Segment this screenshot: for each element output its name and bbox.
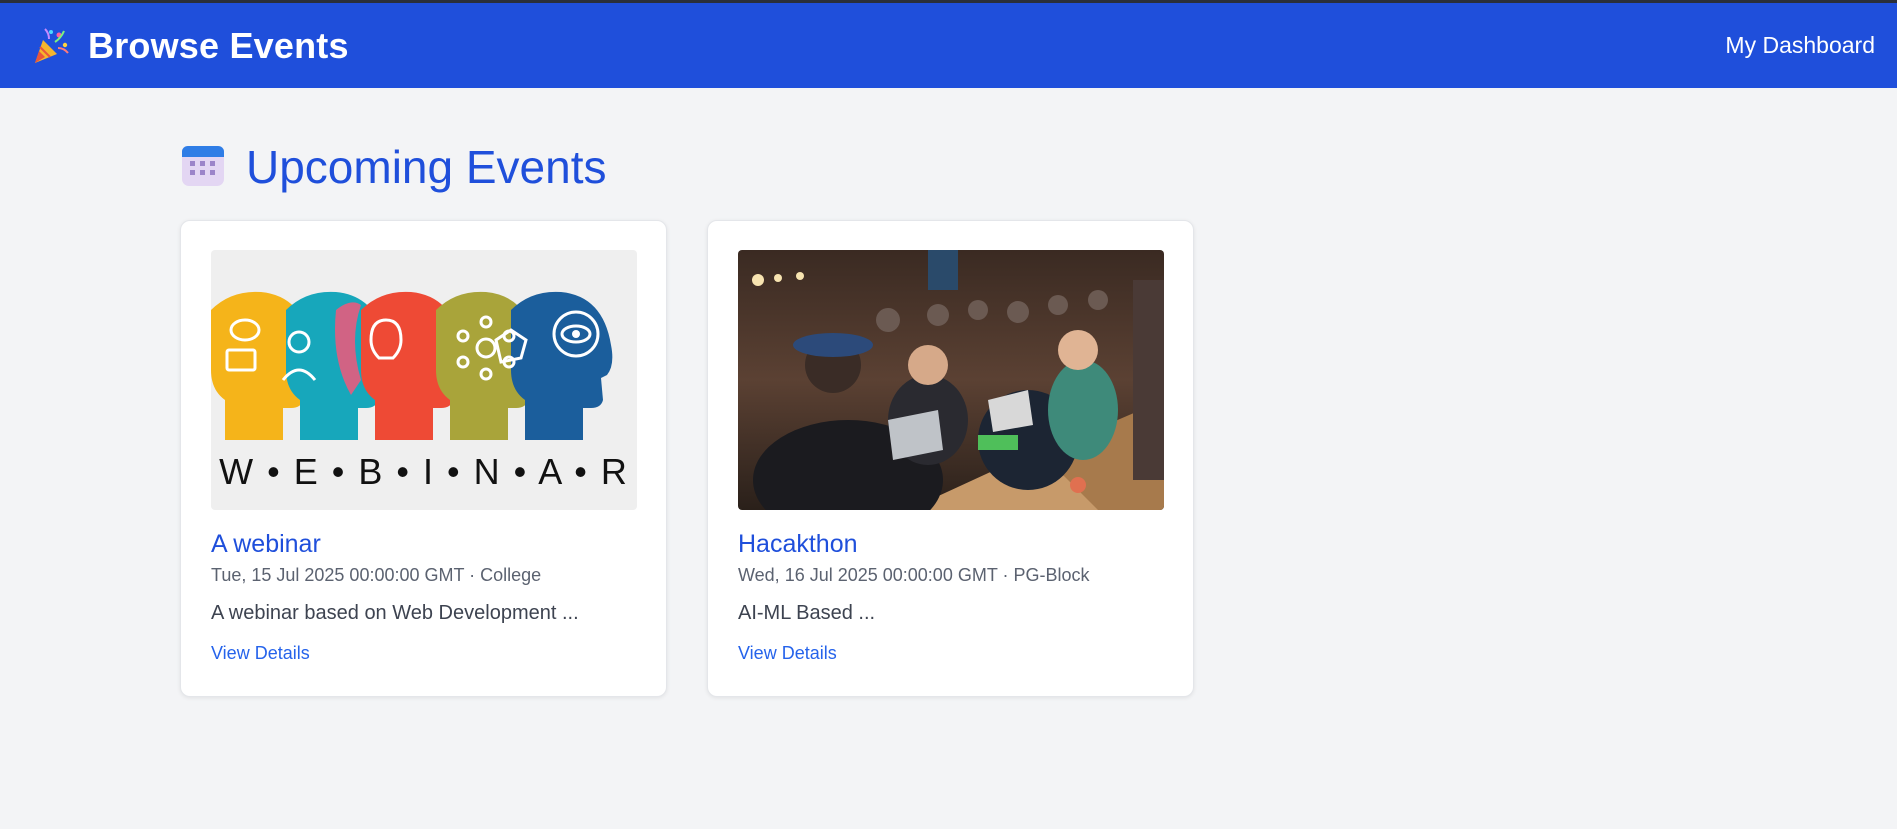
- party-popper-icon: [30, 25, 72, 67]
- event-card: W • E • B • I • N • A • R A webinar Tue,…: [180, 220, 667, 697]
- webinar-banner-image: W • E • B • I • N • A • R: [211, 250, 637, 510]
- event-description: A webinar based on Web Development ...: [211, 602, 579, 624]
- my-dashboard-link[interactable]: My Dashboard: [1725, 32, 1875, 59]
- event-card: Hacakthon Wed, 16 Jul 2025 00:00:00 GMT …: [707, 220, 1194, 697]
- event-meta: Wed, 16 Jul 2025 00:00:00 GMT · PG-Block: [738, 565, 1090, 585]
- calendar-icon: [180, 142, 226, 193]
- page-title: Upcoming Events: [246, 141, 607, 193]
- hackathon-photo-image: [738, 250, 1164, 510]
- brand: Browse Events: [30, 25, 349, 67]
- svg-text:W • E • B • I • N • A • R: W • E • B • I • N • A • R: [219, 451, 629, 492]
- section-header: Upcoming Events: [180, 140, 1897, 194]
- event-title[interactable]: Hacakthon: [738, 530, 1163, 559]
- event-description: AI-ML Based ...: [738, 602, 876, 624]
- app-title: Browse Events: [88, 24, 349, 66]
- navbar: Browse Events My Dashboard: [0, 3, 1897, 88]
- view-details-link[interactable]: View Details: [738, 643, 837, 664]
- event-title[interactable]: A webinar: [211, 530, 636, 559]
- main-content: Upcoming Events W • E • B • I • N • A • …: [0, 88, 1897, 697]
- event-meta: Tue, 15 Jul 2025 00:00:00 GMT · College: [211, 565, 542, 585]
- view-details-link[interactable]: View Details: [211, 643, 310, 664]
- event-list: W • E • B • I • N • A • R A webinar Tue,…: [180, 220, 1897, 697]
